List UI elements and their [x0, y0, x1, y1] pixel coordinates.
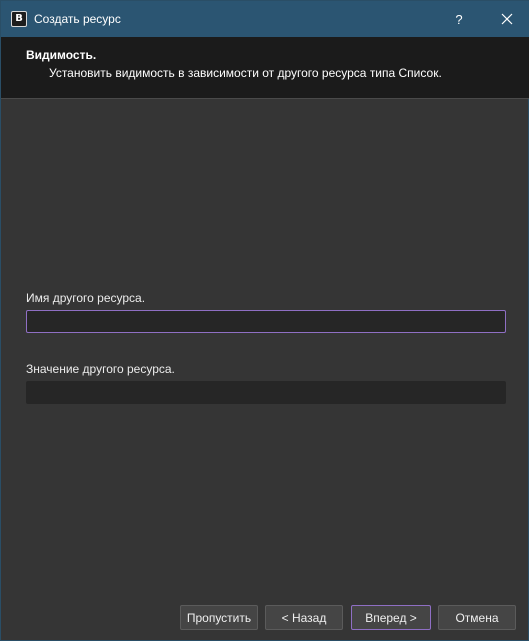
help-button[interactable]: ? — [441, 1, 477, 37]
other-resource-name-input[interactable] — [26, 310, 506, 333]
wizard-page-header: Видимость. Установить видимость в зависи… — [1, 37, 529, 99]
question-icon: ? — [455, 11, 463, 27]
close-icon — [501, 13, 513, 25]
other-resource-value-label: Значение другого ресурса. — [26, 362, 175, 376]
other-resource-value-input[interactable] — [26, 381, 506, 404]
other-resource-name-label: Имя другого ресурса. — [26, 291, 146, 305]
next-button[interactable]: Вперед > — [351, 605, 431, 630]
title-bar[interactable]: B Создать ресурс ? — [1, 1, 529, 37]
app-icon: B — [11, 11, 27, 27]
cancel-button[interactable]: Отмена — [438, 605, 516, 630]
create-resource-dialog: B Создать ресурс ? Видимость. Установить… — [0, 0, 529, 641]
window-title: Создать ресурс — [34, 12, 121, 26]
back-button[interactable]: < Назад — [265, 605, 343, 630]
page-subtitle: Установить видимость в зависимости от др… — [49, 66, 442, 80]
close-button[interactable] — [485, 1, 529, 37]
page-title: Видимость. — [26, 48, 97, 62]
skip-button[interactable]: Пропустить — [180, 605, 258, 630]
